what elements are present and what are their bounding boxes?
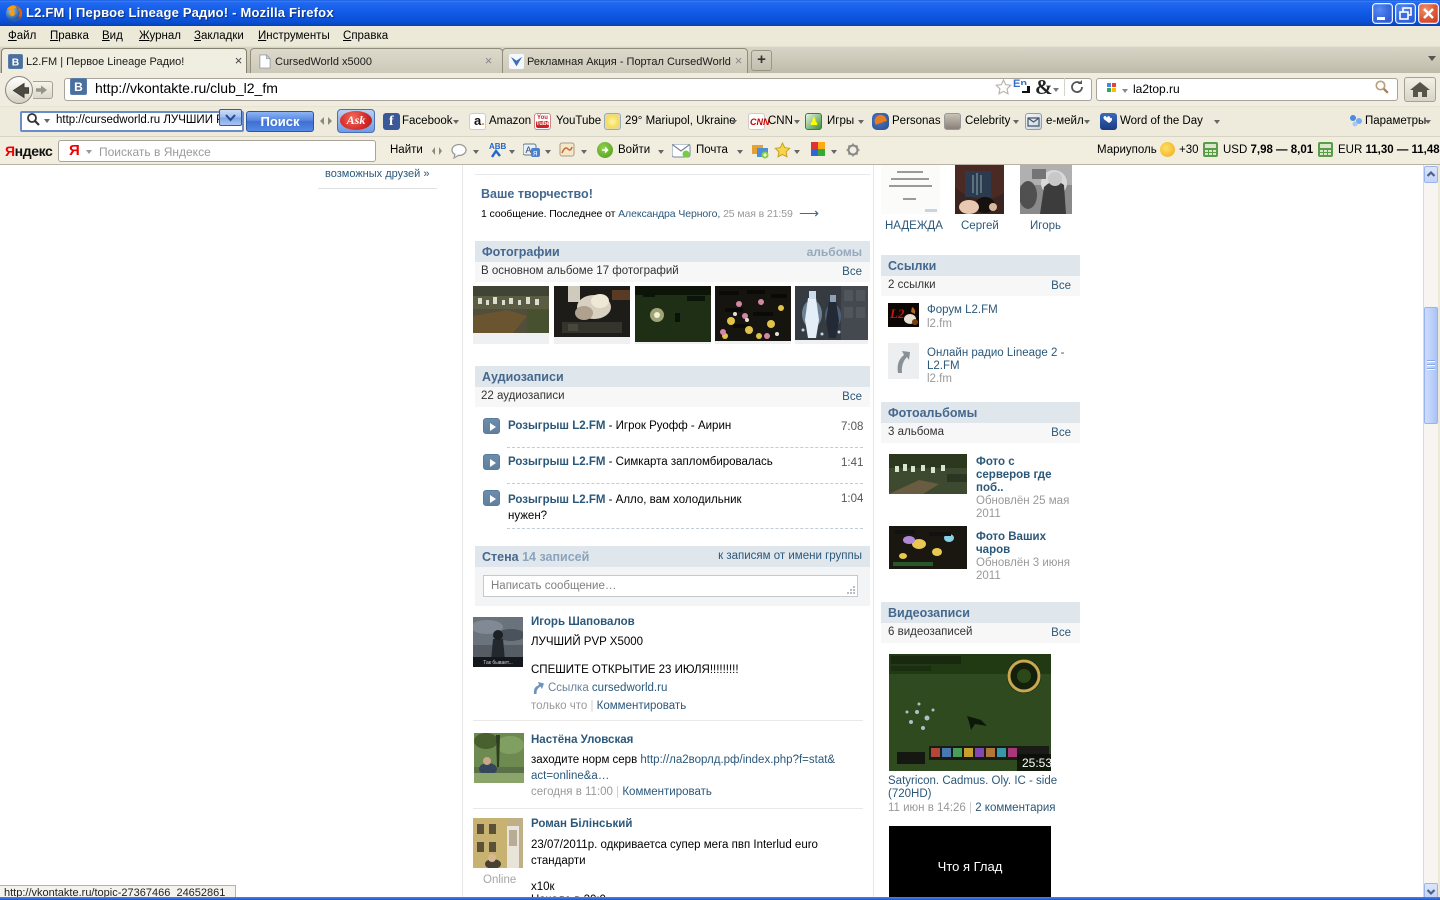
svg-text:Так бывает...: Так бывает... (483, 660, 513, 666)
svg-text:я: я (533, 149, 537, 158)
svg-text:B: B (12, 57, 19, 68)
svg-text:ABB: ABB (489, 142, 507, 151)
svg-text:25:53: 25:53 (1022, 756, 1051, 770)
svg-text:L2: L2 (889, 306, 905, 321)
svg-text:B: B (74, 80, 83, 94)
svg-text:A: A (526, 145, 532, 155)
